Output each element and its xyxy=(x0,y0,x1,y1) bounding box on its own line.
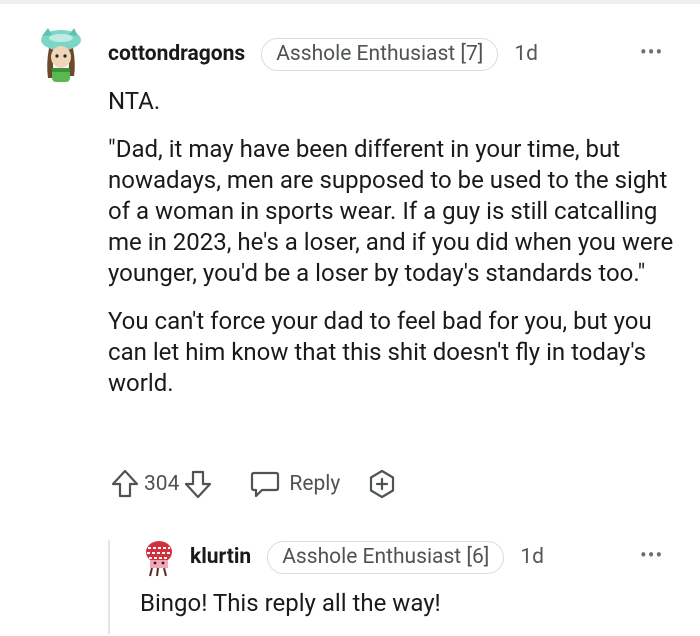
top-divider xyxy=(0,0,700,4)
reply-flair: Asshole Enthusiast [6] xyxy=(267,540,505,574)
comment-paragraph: NTA. xyxy=(108,87,161,115)
comment-header: cottondragons Asshole Enthusiast [7] 1d xyxy=(108,34,538,74)
upvote-icon[interactable] xyxy=(110,468,140,500)
reply-age[interactable]: 1d xyxy=(520,545,544,569)
reply-button[interactable]: Reply xyxy=(249,469,340,499)
vote-count: 304 xyxy=(144,472,180,496)
reply-body: Bingo! This reply all the way! xyxy=(140,588,680,636)
cottondragons-avatar[interactable] xyxy=(38,26,84,84)
more-options-icon[interactable]: ••• xyxy=(640,40,663,64)
comment-paragraph: You can't force your dad to feel bad for… xyxy=(108,307,652,397)
comment-age[interactable]: 1d xyxy=(514,42,538,66)
klurtin-avatar[interactable] xyxy=(142,538,176,578)
reply-username[interactable]: klurtin xyxy=(190,545,251,569)
comment-actions: 304 Reply xyxy=(110,464,398,504)
reply-label: Reply xyxy=(289,472,341,496)
downvote-icon[interactable] xyxy=(183,468,213,500)
comment-body: NTA. "Dad, it may have been different in… xyxy=(108,86,678,416)
comment-username[interactable]: cottondragons xyxy=(108,42,245,66)
comment-paragraph: "Dad, it may have been different in your… xyxy=(108,135,674,287)
award-icon[interactable] xyxy=(366,468,398,500)
reply-header: klurtin Asshole Enthusiast [6] 1d xyxy=(190,537,544,577)
thread-line[interactable] xyxy=(108,540,110,634)
reply-icon xyxy=(251,471,280,498)
more-options-icon[interactable]: ••• xyxy=(640,543,663,567)
comment-flair: Asshole Enthusiast [7] xyxy=(261,37,499,71)
reply-paragraph: Bingo! This reply all the way! xyxy=(140,589,441,617)
